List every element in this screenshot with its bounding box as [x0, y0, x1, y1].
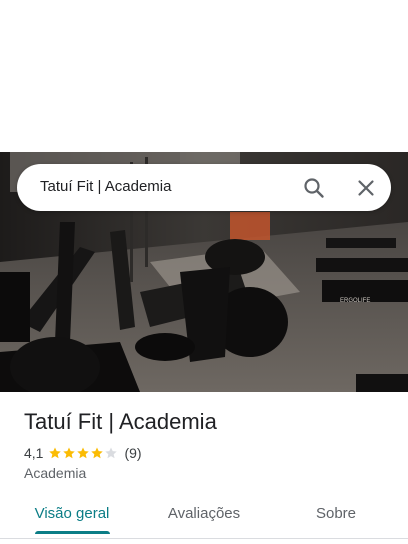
place-category[interactable]: Academia — [24, 465, 86, 481]
search-input[interactable]: Tatuí Fit | Academia — [40, 178, 171, 195]
star-filled-icon — [77, 447, 90, 459]
rating-value: 4,1 — [24, 445, 44, 461]
star-empty-icon — [105, 447, 118, 459]
star-filled-icon — [63, 447, 76, 459]
place-title: Tatuí Fit | Academia — [24, 409, 217, 434]
place-tabs: Visão geral Avaliações Sobre — [0, 496, 408, 536]
tab-sobre[interactable]: Sobre — [286, 496, 386, 536]
place-sheet: ERGOLIFE Tatuí Fit | Academia Tatuí Fit … — [0, 0, 408, 544]
ergolife-label: ERGOLIFE — [340, 298, 370, 304]
active-tab-indicator — [35, 531, 110, 534]
review-count[interactable]: (9) — [124, 445, 141, 461]
tab-avaliacoes[interactable]: Avaliações — [154, 496, 254, 536]
star-rating — [48, 446, 118, 460]
star-filled-icon — [91, 447, 104, 459]
search-bar[interactable]: Tatuí Fit | Academia — [17, 164, 391, 211]
tabs-divider — [0, 538, 408, 539]
tab-visao-geral[interactable]: Visão geral — [22, 496, 122, 536]
close-icon[interactable] — [354, 176, 378, 200]
rating-row[interactable]: 4,1 (9) — [24, 444, 142, 462]
search-icon[interactable] — [302, 176, 326, 200]
star-filled-icon — [49, 447, 62, 459]
